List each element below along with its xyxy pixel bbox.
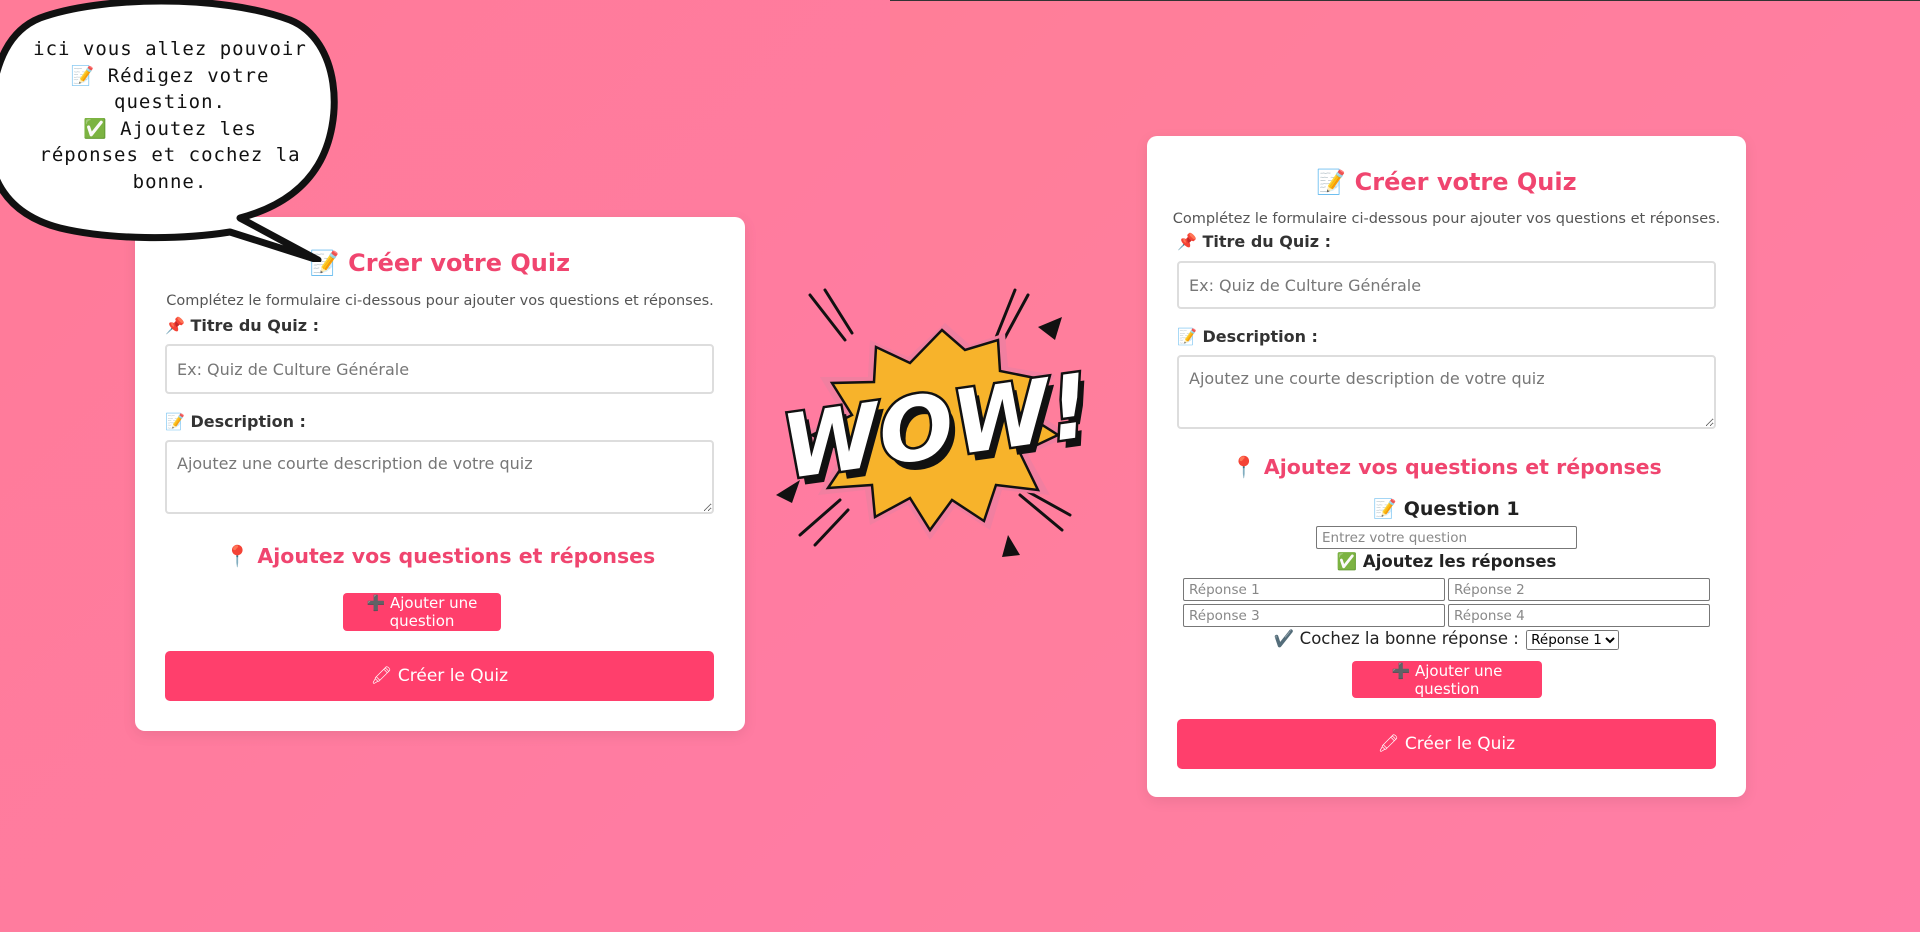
create-quiz-button[interactable]: 🖍 Créer le Quiz [1177, 719, 1716, 769]
questions-heading: 📍 Ajoutez vos questions et réponses [1231, 455, 1662, 479]
quiz-title-label: 📌 Titre du Quiz : [1177, 232, 1332, 251]
questions-heading: 📍 Ajoutez vos questions et réponses [224, 544, 656, 568]
answers-title: ✅ Ajoutez les réponses [1336, 552, 1557, 571]
correct-answer-select[interactable]: Réponse 1 Réponse 2 Réponse 3 Réponse 4 [1526, 630, 1620, 650]
question-1-input[interactable] [1316, 526, 1577, 549]
wow-text: WOW! [776, 354, 1096, 499]
wow-burst: WOW! WOW! [770, 285, 1120, 569]
wow-text-group: WOW! WOW! [774, 351, 1103, 507]
form-subtitle: Complétez le formulaire ci-dessous pour … [166, 293, 714, 309]
add-question-button[interactable]: ➕ Ajouter une question [1352, 661, 1542, 698]
bubble-line-3: question. [114, 91, 226, 113]
bubble-line-5: réponses et cochez la [39, 144, 301, 166]
quiz-form-card-left: 📝 Créer votre Quiz Complétez le formulai… [135, 217, 745, 731]
description-textarea[interactable] [1177, 355, 1716, 429]
answer-1-input[interactable] [1183, 578, 1445, 601]
bubble-line-6: bonne. [132, 170, 208, 193]
answer-3-input[interactable] [1183, 604, 1445, 627]
answer-4-input[interactable] [1448, 604, 1710, 627]
speech-bubble-text: ici vous allez pouvoir 📝 Rédigez votre q… [20, 36, 320, 195]
correct-answer-row: ✔️ Cochez la bonne réponse : Réponse 1 R… [1147, 629, 1746, 650]
bubble-line-2: 📝 Rédigez votre [70, 64, 270, 87]
add-question-button[interactable]: ➕ Ajouter une question [343, 593, 501, 631]
quiz-title-input[interactable] [165, 344, 714, 394]
answer-2-input[interactable] [1448, 578, 1710, 601]
question-1-title: 📝 Question 1 [1373, 498, 1520, 520]
bubble-line-1: ici vous allez pouvoir [33, 38, 307, 60]
correct-answer-label: ✔️ Cochez la bonne réponse : [1273, 629, 1519, 648]
description-label: 📝 Description : [165, 412, 306, 431]
wow-burst-graphic: WOW! WOW! [774, 288, 1103, 557]
create-quiz-button[interactable]: 🖍 Créer le Quiz [165, 651, 714, 701]
description-textarea[interactable] [165, 440, 714, 514]
form-title: 📝 Créer votre Quiz [1316, 168, 1577, 196]
form-subtitle: Complétez le formulaire ci-dessous pour … [1172, 211, 1721, 227]
speech-bubble: ici vous allez pouvoir 📝 Rédigez votre q… [0, 0, 340, 266]
quiz-title-input[interactable] [1177, 261, 1716, 309]
quiz-form-card-right: 📝 Créer votre Quiz Complétez le formulai… [1147, 136, 1746, 797]
description-label: 📝 Description : [1177, 327, 1318, 346]
bubble-line-4: ✅ Ajoutez les [83, 117, 257, 140]
quiz-title-label: 📌 Titre du Quiz : [165, 316, 320, 335]
